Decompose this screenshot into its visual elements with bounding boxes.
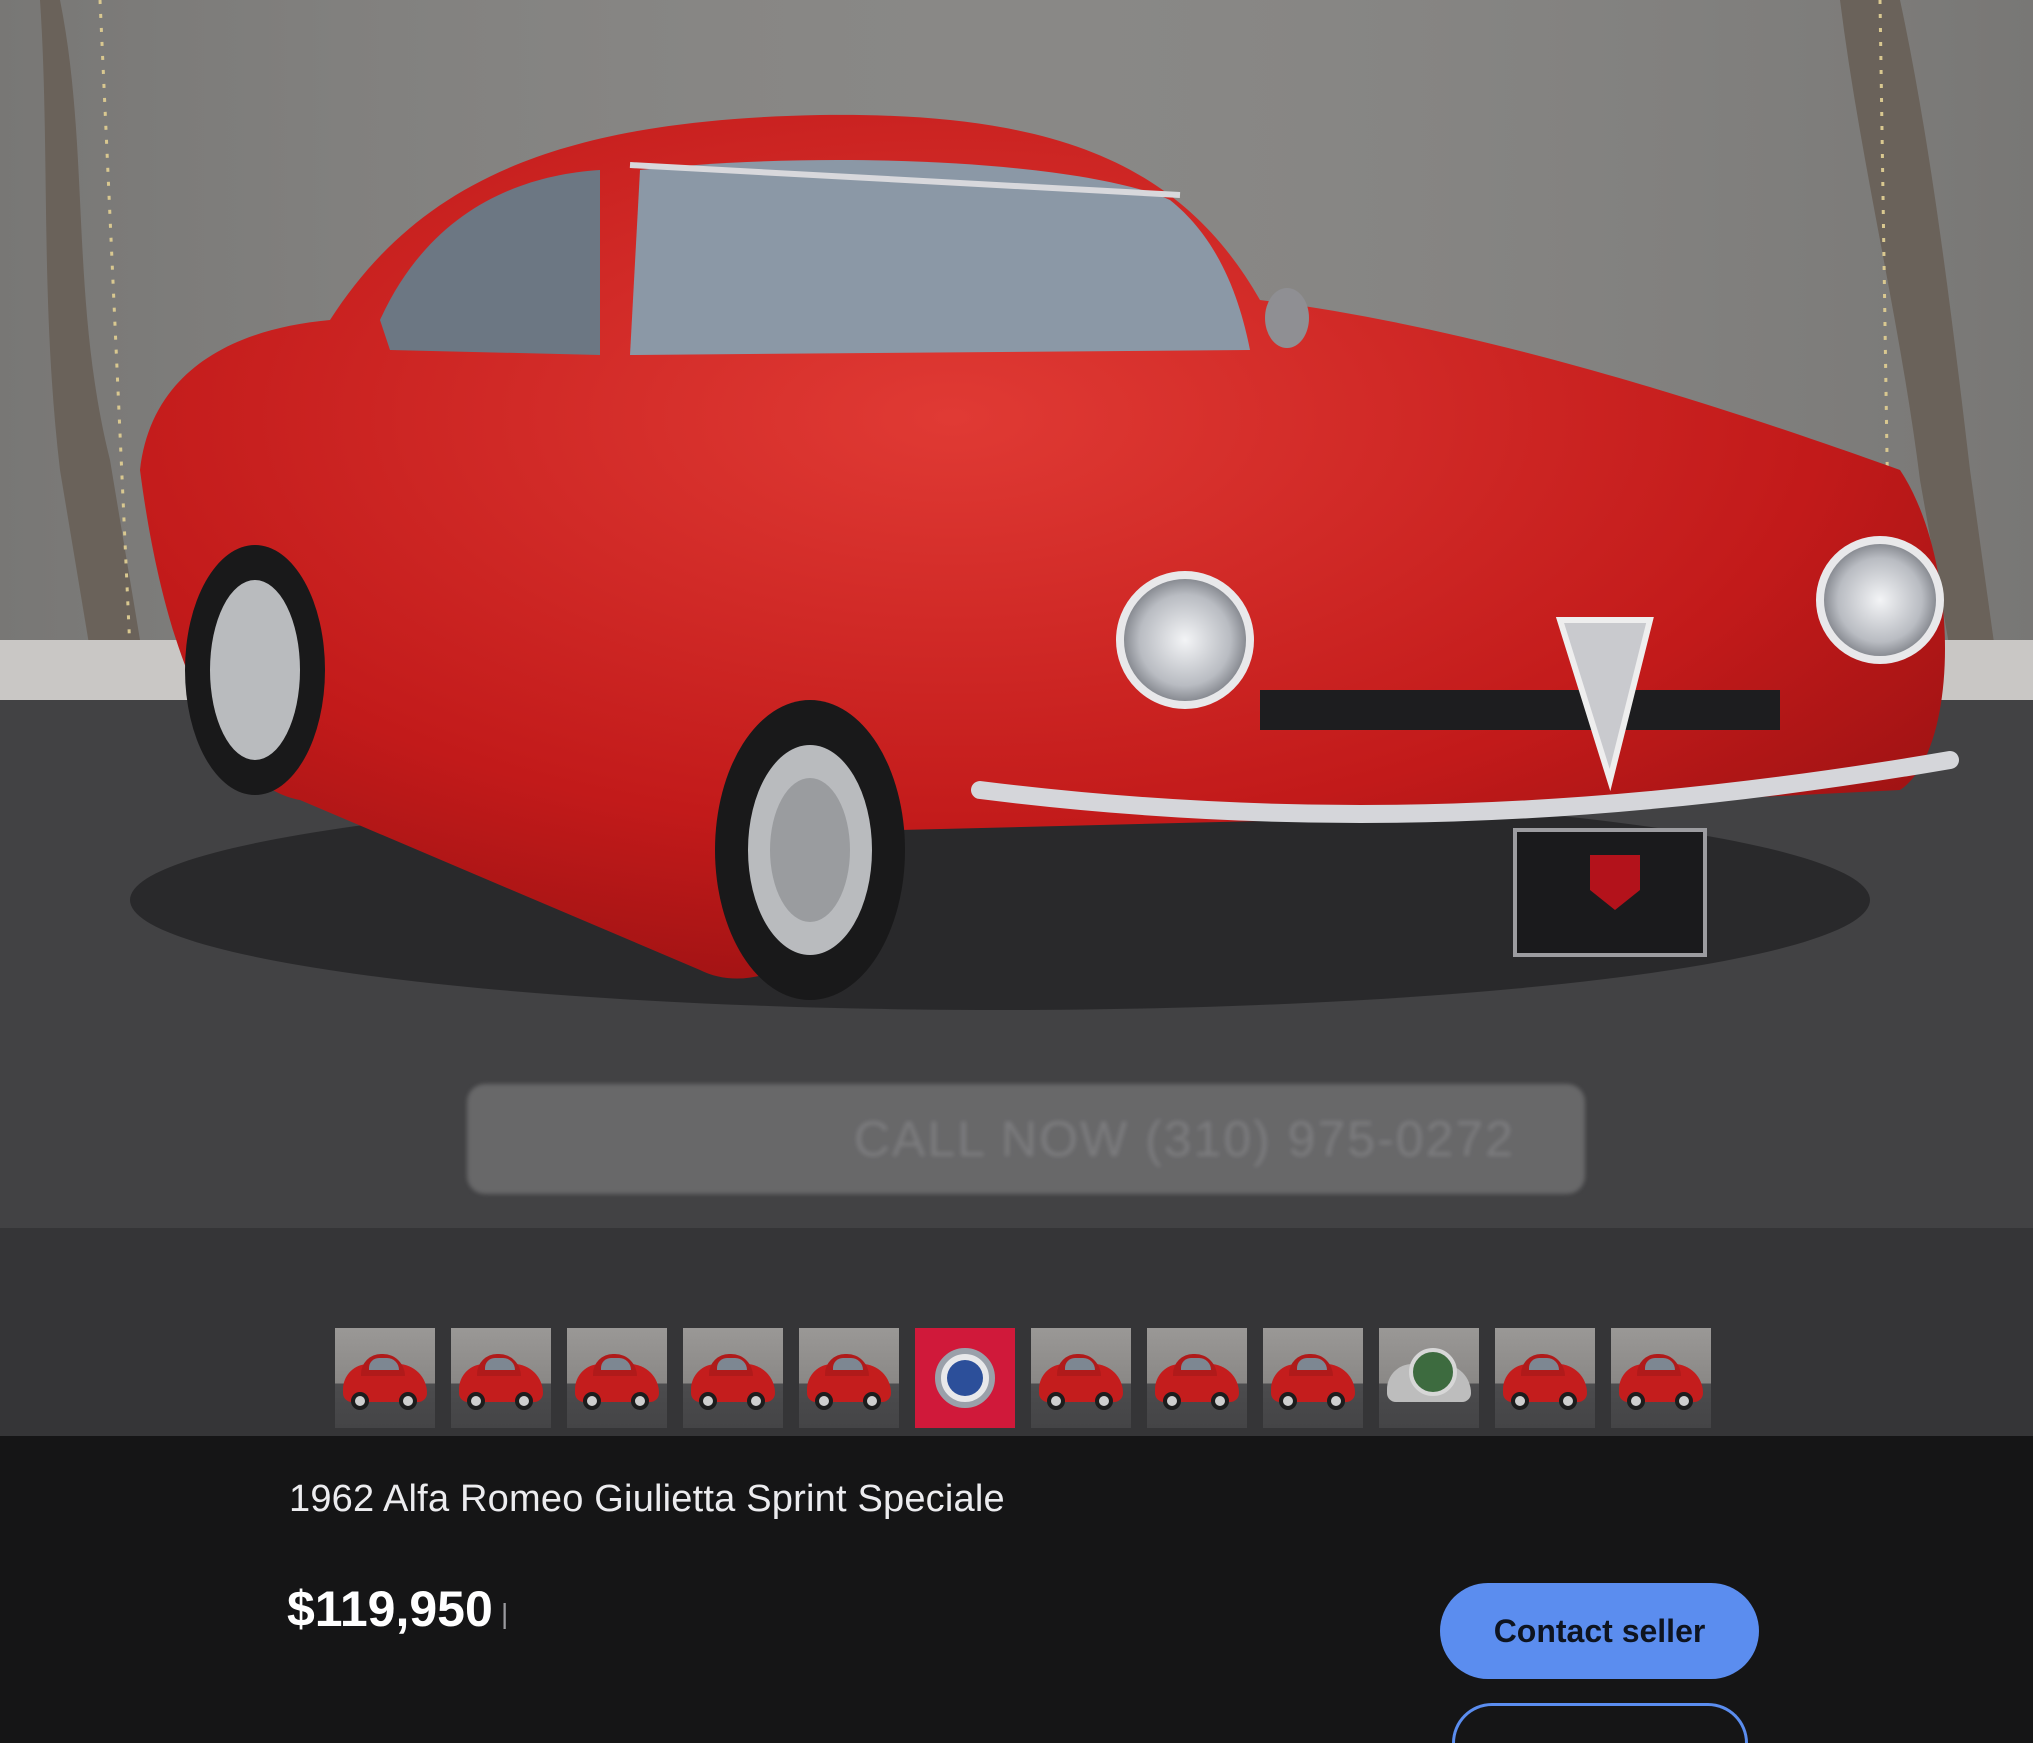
thumbnail-graphic (583, 1392, 601, 1410)
thumbnail-graphic (467, 1392, 485, 1410)
listing-price: $119,950 (287, 1581, 493, 1637)
thumbnail-graphic (1529, 1358, 1559, 1370)
car-illustration (0, 0, 2033, 1228)
thumbnail-graphic (1279, 1392, 1297, 1410)
price-separator: | (501, 1598, 509, 1629)
thumbnail-graphic (601, 1358, 631, 1370)
thumbnail-graphic (863, 1392, 881, 1410)
thumbnail-graphic (351, 1392, 369, 1410)
thumb-10[interactable] (1379, 1328, 1479, 1428)
hero-photo[interactable]: CALL NOW (310) 975-0272 (0, 0, 2033, 1228)
thumbnail-graphic (1675, 1392, 1693, 1410)
thumb-6[interactable] (915, 1328, 1015, 1428)
thumbnail-graphic (1163, 1392, 1181, 1410)
thumbnail-graphic (369, 1358, 399, 1370)
thumbnail-graphic (815, 1392, 833, 1410)
thumbnail-graphic (833, 1358, 863, 1370)
thumb-9[interactable] (1263, 1328, 1363, 1428)
thumbnail-graphic (1645, 1358, 1675, 1370)
thumbnail-graphic (1297, 1358, 1327, 1370)
thumbnail-graphic (631, 1392, 649, 1410)
thumbnail-graphic (515, 1392, 533, 1410)
thumbnail-strip (0, 1228, 2033, 1436)
thumbnail-graphic (1211, 1392, 1229, 1410)
listing-title: 1962 Alfa Romeo Giulietta Sprint Special… (289, 1478, 1005, 1520)
thumb-7[interactable] (1031, 1328, 1131, 1428)
watermark-text: CALL NOW (310) 975-0272 (853, 1111, 1515, 1167)
thumbnail-graphic (717, 1358, 747, 1370)
thumbnail-graphic (947, 1360, 983, 1396)
listing-details: 1962 Alfa Romeo Giulietta Sprint Special… (0, 1436, 2033, 1743)
thumbnail-graphic (1511, 1392, 1529, 1410)
thumbnail-graphic (485, 1358, 515, 1370)
thumbnail-graphic (1181, 1358, 1211, 1370)
thumb-5[interactable] (799, 1328, 899, 1428)
thumbnail-list (335, 1328, 1711, 1428)
thumbnail-graphic (1327, 1392, 1345, 1410)
thumb-3[interactable] (567, 1328, 667, 1428)
thumb-4[interactable] (683, 1328, 783, 1428)
thumbnail-graphic (1047, 1392, 1065, 1410)
watermark-overlay: CALL NOW (310) 975-0272 (467, 1084, 1585, 1194)
thumb-8[interactable] (1147, 1328, 1247, 1428)
thumbnail-graphic (699, 1392, 717, 1410)
thumbnail-graphic (747, 1392, 765, 1410)
thumbnail-graphic (1409, 1348, 1457, 1396)
thumbnail-graphic (1065, 1358, 1095, 1370)
thumb-11[interactable] (1495, 1328, 1595, 1428)
thumb-2[interactable] (451, 1328, 551, 1428)
thumbnail-graphic (1095, 1392, 1113, 1410)
secondary-button-partial[interactable] (1452, 1703, 1748, 1743)
thumbnail-graphic (1627, 1392, 1645, 1410)
contact-seller-button[interactable]: Contact seller (1440, 1583, 1759, 1679)
thumb-1[interactable] (335, 1328, 435, 1428)
thumb-12[interactable] (1611, 1328, 1711, 1428)
thumbnail-graphic (1559, 1392, 1577, 1410)
thumbnail-graphic (399, 1392, 417, 1410)
